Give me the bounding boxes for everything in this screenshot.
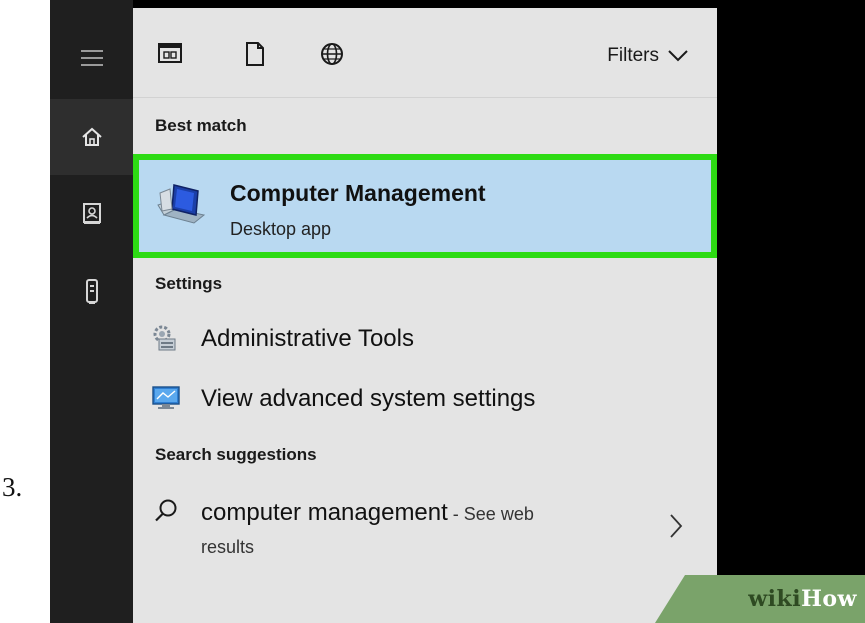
chevron-down-icon (668, 50, 688, 62)
best-match-result[interactable]: Computer Management Desktop app (133, 154, 717, 258)
web-filter-button[interactable] (319, 41, 347, 69)
watermark-part1: wiki (748, 586, 802, 612)
suggestion-suffix: - See web (447, 504, 534, 524)
system-settings-icon (151, 384, 181, 416)
notebook-icon (82, 203, 101, 224)
apps-filter-button[interactable] (157, 41, 185, 69)
suggestion-text: computer management - See web (201, 499, 534, 527)
suggestion-suffix-line2: results (201, 537, 255, 557)
notebook-button[interactable] (50, 176, 133, 252)
best-match-subtitle: Desktop app (230, 219, 332, 239)
search-toolbar: Filters (133, 8, 717, 98)
settings-item-administrative-tools[interactable]: Administrative Tools (133, 311, 717, 369)
device-button[interactable] (50, 254, 133, 330)
search-results-panel: Filters Best match Computer Management D… (133, 8, 717, 623)
best-match-header: Best match (155, 116, 247, 135)
chevron-right-icon[interactable] (669, 513, 683, 543)
administrative-tools-label: Administrative Tools (201, 325, 414, 352)
home-icon (81, 127, 102, 146)
watermark-part2: How (801, 586, 857, 612)
computer-management-icon (154, 179, 208, 237)
home-button[interactable] (50, 99, 133, 175)
windows-start-search-screenshot: Filters Best match Computer Management D… (50, 0, 865, 623)
documents-filter-button[interactable] (244, 41, 272, 69)
web-icon (321, 43, 343, 65)
settings-item-view-advanced-system-settings[interactable]: View advanced system settings (133, 371, 717, 429)
device-icon (85, 279, 98, 304)
suggestion-query: computer management (201, 499, 448, 526)
administrative-tools-icon (151, 324, 179, 356)
filters-label: Filters (607, 45, 659, 66)
web-search-suggestion[interactable]: computer management - See web results (133, 483, 717, 573)
search-icon (153, 497, 179, 527)
hamburger-menu-button[interactable] (50, 20, 133, 96)
start-menu-rail (50, 0, 133, 623)
apps-icon (158, 43, 182, 63)
search-suggestions-header: Search suggestions (155, 445, 317, 464)
documents-icon (246, 42, 264, 66)
wikihow-watermark: wiki How (655, 575, 865, 623)
settings-header: Settings (155, 274, 223, 293)
filters-dropdown[interactable]: Filters (607, 45, 689, 67)
best-match-title: Computer Management (230, 180, 486, 206)
view-advanced-system-settings-label: View advanced system settings (201, 385, 536, 412)
hamburger-menu-icon (80, 50, 103, 66)
step-number: 3. (2, 472, 23, 502)
